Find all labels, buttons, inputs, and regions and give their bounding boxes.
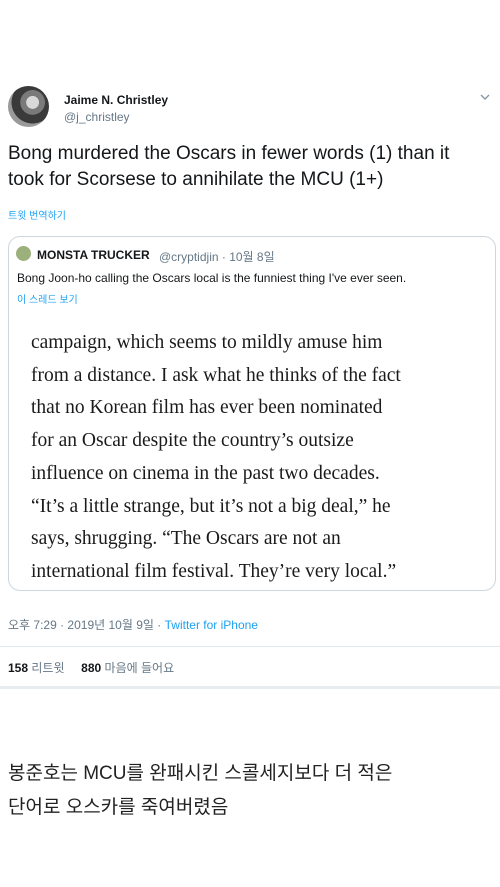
chevron-down-icon[interactable] [478, 90, 492, 104]
author-handle[interactable]: @j_christley [64, 110, 130, 124]
tweet-meta: 오후 7:29 · 2019년 10월 9일 · Twitter for iPh… [8, 616, 258, 633]
retweets-label[interactable]: 리트윗 [31, 661, 64, 675]
quote-meta: @cryptidjin · 10월 8일 [159, 250, 275, 264]
quote-avatar [16, 246, 31, 261]
timestamp: 오후 7:29 · 2019년 10월 9일 · [8, 618, 165, 632]
quote-image[interactable]: campaign, which seems to mildly amuse hi… [31, 327, 471, 589]
image-text-line: international film festival. They’re ver… [31, 560, 397, 582]
caption-line: 단어로 오스카를 죽여버렸음 [8, 797, 229, 818]
quoted-tweet[interactable]: MONSTA TRUCKER @cryptidjin · 10월 8일 Bong… [8, 236, 496, 591]
image-text-line: for an Oscar despite the country’s outsi… [31, 430, 354, 452]
quote-author-name: MONSTA TRUCKER [37, 248, 150, 262]
tweet-text-line: Bong murdered the Oscars in fewer words … [8, 143, 450, 164]
divider [0, 646, 500, 647]
retweets-count[interactable]: 158 [8, 661, 28, 675]
tweet-text: Bong murdered the Oscars in fewer words … [8, 141, 492, 193]
tweet-text-line: took for Scorsese to annihilate the MCU … [8, 169, 384, 190]
divider [0, 686, 500, 689]
avatar[interactable] [8, 86, 49, 127]
tweet-stats: 158 리트윗 880 마음에 들어요 [8, 659, 174, 676]
likes-count[interactable]: 880 [81, 661, 101, 675]
quote-text: Bong Joon-ho calling the Oscars local is… [17, 271, 407, 285]
tweet-header: Jaime N. Christley @j_christley [8, 86, 492, 127]
image-text-line: campaign, which seems to mildly amuse hi… [31, 332, 383, 353]
caption: 봉준호는 MCU를 완패시킨 스콜세지보다 더 적은 단어로 오스카를 죽여버렸… [8, 757, 492, 825]
image-text-line: influence on cinema in the past two deca… [31, 462, 380, 484]
likes-label[interactable]: 마음에 들어요 [105, 661, 175, 675]
author-name[interactable]: Jaime N. Christley [64, 93, 168, 107]
caption-line: 봉준호는 MCU를 완패시킨 스콜세지보다 더 적은 [8, 763, 393, 784]
image-text-line: says, shrugging. “The Oscars are not an [31, 528, 341, 550]
show-thread-link[interactable]: 이 스레드 보기 [17, 291, 78, 306]
image-text-line: “It’s a little strange, but it’s not a b… [31, 495, 391, 517]
translate-link[interactable]: 트윗 번역하기 [8, 207, 66, 222]
image-text-line: from a distance. I ask what he thinks of… [31, 364, 401, 386]
source-link[interactable]: Twitter for iPhone [165, 618, 258, 632]
image-text-line: that no Korean film has ever been nomina… [31, 397, 383, 419]
